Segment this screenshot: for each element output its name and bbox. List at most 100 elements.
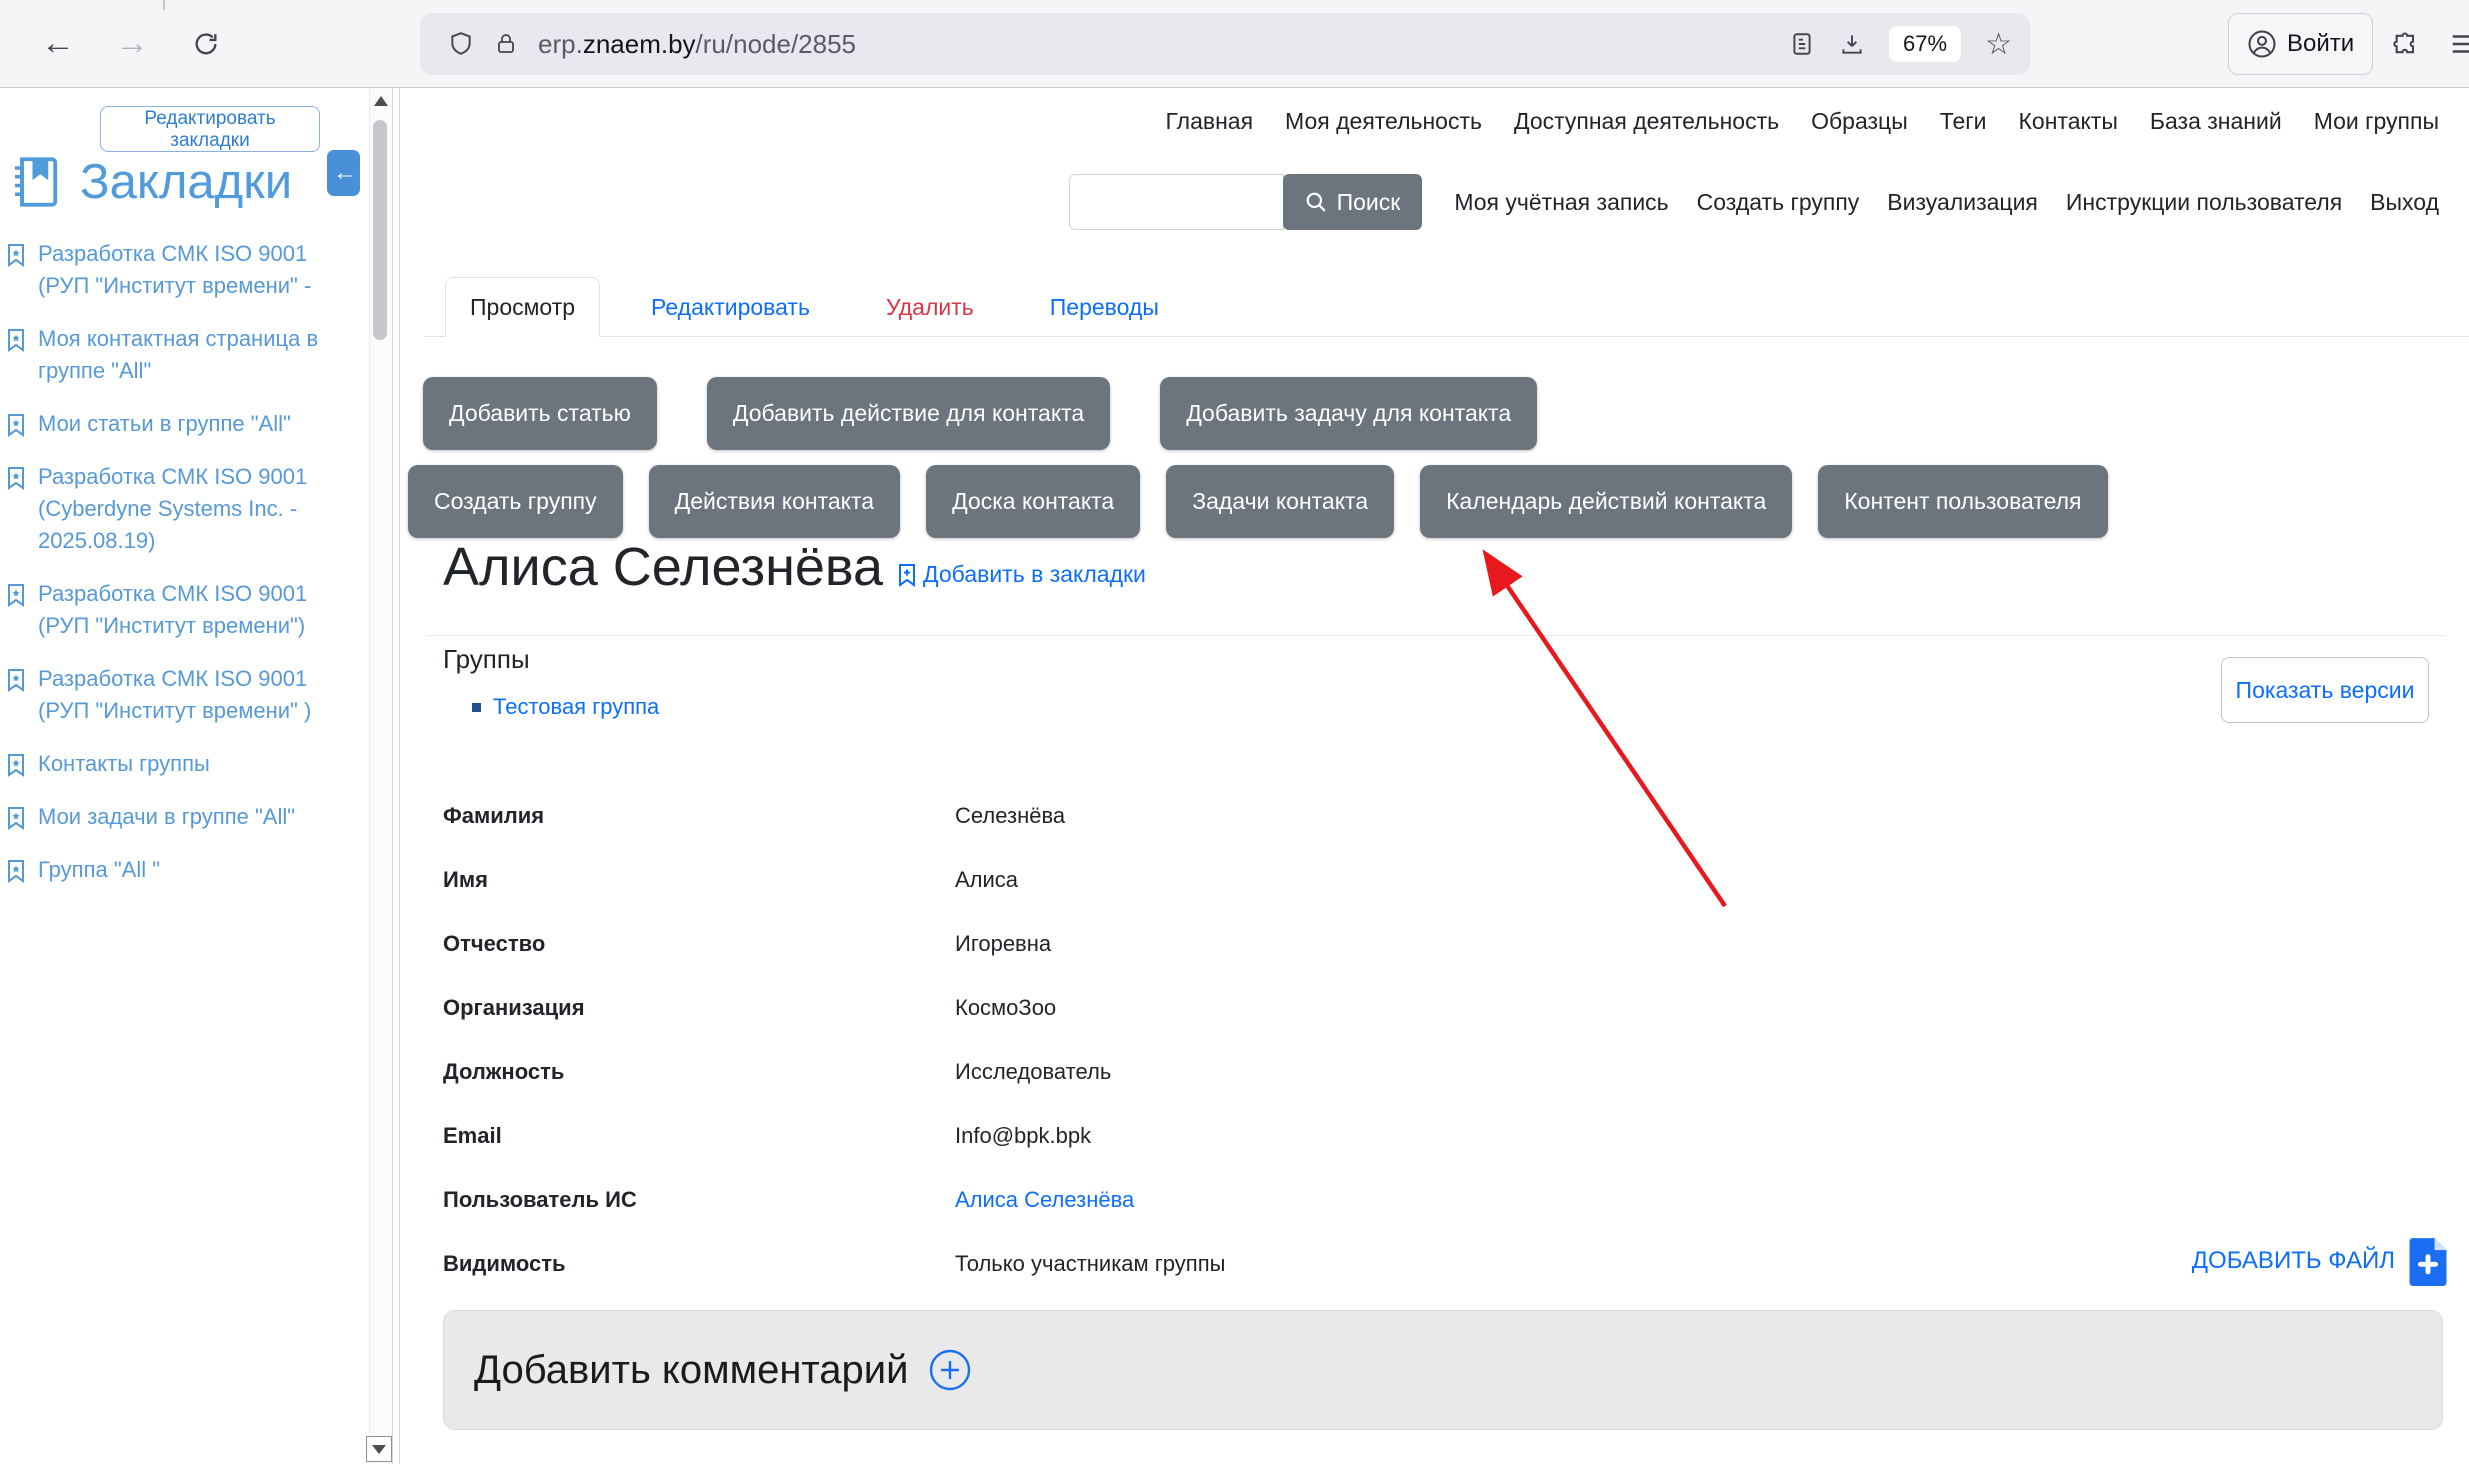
action-button[interactable]: Действия контакта bbox=[649, 465, 900, 538]
nav-item[interactable]: Теги bbox=[1940, 108, 1987, 135]
bookmark-label: Мои статьи в группе "All" bbox=[38, 408, 291, 440]
collapse-sidebar-button[interactable]: ← bbox=[327, 150, 360, 196]
bookmark-link[interactable]: Разработка СМК ISO 9001 (РУП "Институт в… bbox=[6, 578, 338, 642]
search-input[interactable] bbox=[1069, 174, 1284, 230]
field-value: Info@bpk.bpk bbox=[955, 1123, 1091, 1149]
bookmark-link[interactable]: Моя контактная страница в группе "All" bbox=[6, 323, 338, 387]
bookmark-link[interactable]: Контакты группы bbox=[6, 748, 338, 780]
nav-item[interactable]: Доступная деятельность bbox=[1514, 108, 1779, 135]
user-nav: Моя учётная запись Создать группу Визуал… bbox=[1454, 189, 2439, 216]
lock-icon[interactable] bbox=[494, 32, 518, 56]
scroll-down-button[interactable] bbox=[366, 1436, 392, 1462]
bookmark-link[interactable]: Мои задачи в группе "All" bbox=[6, 801, 338, 833]
bookmark-label: Разработка СМК ISO 9001 (Cyberdyne Syste… bbox=[38, 461, 338, 557]
bookmark-star-icon[interactable]: ☆ bbox=[1985, 27, 2012, 62]
field-row: Пользователь ИС Алиса Селезнёва bbox=[443, 1168, 2043, 1232]
field-value: Исследователь bbox=[955, 1059, 1111, 1085]
main-content: Главная Моя деятельность Доступная деяте… bbox=[400, 88, 2469, 1464]
action-buttons-row1: Добавить статью Добавить действие для кон… bbox=[423, 377, 1537, 450]
bookmark-star-ribbon-icon bbox=[6, 323, 28, 387]
nav-item[interactable]: Создать группу bbox=[1697, 189, 1860, 216]
group-link[interactable]: Тестовая группа bbox=[493, 694, 659, 720]
nav-item[interactable]: Контакты bbox=[2019, 108, 2118, 135]
field-label: Пользователь ИС bbox=[443, 1187, 955, 1213]
nav-item[interactable]: Инструкции пользователя bbox=[2066, 189, 2342, 216]
reload-button[interactable] bbox=[178, 0, 234, 87]
edit-bookmarks-button[interactable]: Редактировать закладки bbox=[100, 106, 320, 152]
tab[interactable]: Переводы bbox=[1025, 277, 1184, 337]
bookmark-star-ribbon-icon bbox=[6, 408, 28, 440]
bookmark-plus-icon bbox=[897, 563, 917, 587]
field-row: Должность Исследователь bbox=[443, 1040, 2043, 1104]
field-value: Алиса bbox=[955, 867, 1018, 893]
action-button[interactable]: Задачи контакта bbox=[1166, 465, 1394, 538]
nav-item[interactable]: Мои группы bbox=[2314, 108, 2439, 135]
zoom-level-badge[interactable]: 67% bbox=[1889, 26, 1961, 62]
action-button[interactable]: Добавить действие для контакта bbox=[707, 377, 1110, 450]
field-label: Фамилия bbox=[443, 803, 955, 829]
nav-item[interactable]: Образцы bbox=[1811, 108, 1908, 135]
add-file-link[interactable]: ДОБАВИТЬ ФАЙЛ bbox=[2192, 1236, 2451, 1286]
field-value: Селезнёва bbox=[955, 803, 1065, 829]
bookmarks-book-icon bbox=[8, 154, 64, 210]
field-label: Отчество bbox=[443, 931, 955, 957]
field-row: Видимость Только участникам группы bbox=[443, 1232, 2043, 1296]
bookmark-link[interactable]: Группа "All " bbox=[6, 854, 338, 886]
bookmark-label: Разработка СМК ISO 9001 (РУП "Институт в… bbox=[38, 578, 338, 642]
bookmark-label: Разработка СМК ISO 9001 (РУП "Институт в… bbox=[38, 238, 338, 302]
menu-icon[interactable] bbox=[2436, 0, 2469, 87]
add-comment-bar[interactable]: Добавить комментарий bbox=[443, 1310, 2443, 1430]
field-row: Организация КосмоЗоо bbox=[443, 976, 2043, 1040]
account-icon bbox=[2247, 29, 2277, 59]
field-value[interactable]: Алиса Селезнёва bbox=[955, 1187, 1134, 1213]
show-versions-button[interactable]: Показать версии bbox=[2221, 657, 2429, 723]
page-title: Алиса Селезнёва bbox=[443, 536, 883, 598]
bookmark-link[interactable]: Разработка СМК ISO 9001 (Cyberdyne Syste… bbox=[6, 461, 338, 557]
action-button[interactable]: Доска контакта bbox=[926, 465, 1140, 538]
action-button[interactable]: Добавить статью bbox=[423, 377, 657, 450]
bookmark-label: Моя контактная страница в группе "All" bbox=[38, 323, 338, 387]
tab[interactable]: Удалить bbox=[861, 277, 999, 337]
contact-fields: Фамилия Селезнёва Имя Алиса Отчество Иго… bbox=[443, 784, 2043, 1296]
add-to-bookmarks-link[interactable]: Добавить в закладки bbox=[897, 561, 1146, 588]
field-label: Должность bbox=[443, 1059, 955, 1085]
add-comment-label: Добавить комментарий bbox=[474, 1348, 908, 1393]
tab[interactable]: Редактировать bbox=[626, 277, 835, 337]
nav-item[interactable]: Главная bbox=[1166, 108, 1254, 135]
nav-item[interactable]: Моя деятельность bbox=[1285, 108, 1482, 135]
scroll-up-arrow-icon[interactable] bbox=[374, 96, 388, 106]
login-label: Войти bbox=[2287, 30, 2354, 58]
reload-icon bbox=[192, 30, 220, 58]
bookmark-link[interactable]: Мои статьи в группе "All" bbox=[6, 408, 338, 440]
bookmark-star-ribbon-icon bbox=[6, 801, 28, 833]
nav-item[interactable]: Визуализация bbox=[1887, 189, 2038, 216]
bookmark-label: Разработка СМК ISO 9001 (РУП "Институт в… bbox=[38, 663, 338, 727]
forward-button[interactable]: → bbox=[104, 0, 160, 87]
action-button[interactable]: Календарь действий контакта bbox=[1420, 465, 1792, 538]
url-bar[interactable]: erp.znaem.by/ru/node/2855 67% ☆ bbox=[420, 13, 2030, 75]
shield-icon[interactable] bbox=[448, 31, 474, 57]
download-icon[interactable] bbox=[1839, 31, 1865, 57]
action-button[interactable]: Добавить задачу для контакта bbox=[1160, 377, 1537, 450]
browser-toolbar: ← → erp.znaem.by/ru/node/2855 67% ☆ Войт… bbox=[0, 0, 2469, 88]
search-button[interactable]: Поиск bbox=[1283, 174, 1423, 230]
bookmark-label: Мои задачи в группе "All" bbox=[38, 801, 295, 833]
bookmark-link[interactable]: Разработка СМК ISO 9001 (РУП "Институт в… bbox=[6, 238, 338, 302]
nav-item[interactable]: Выход bbox=[2370, 189, 2439, 216]
sidebar-title: Закладки bbox=[80, 154, 292, 210]
nav-item[interactable]: Моя учётная запись bbox=[1454, 189, 1668, 216]
group-list-item[interactable]: Тестовая группа bbox=[472, 694, 659, 720]
nav-item[interactable]: База знаний bbox=[2150, 108, 2282, 135]
scrollbar-thumb[interactable] bbox=[373, 120, 387, 340]
extensions-icon[interactable] bbox=[2378, 0, 2434, 87]
action-button[interactable]: Создать группу bbox=[408, 465, 623, 538]
field-value: КосмоЗоо bbox=[955, 995, 1056, 1021]
tab[interactable]: Просмотр bbox=[445, 277, 600, 337]
browser-login-button[interactable]: Войти bbox=[2228, 13, 2373, 75]
action-button[interactable]: Контент пользователя bbox=[1818, 465, 2107, 538]
bookmark-link[interactable]: Разработка СМК ISO 9001 (РУП "Институт в… bbox=[6, 663, 338, 727]
back-button[interactable]: ← bbox=[30, 0, 86, 87]
bookmark-label: Контакты группы bbox=[38, 748, 210, 780]
reader-view-icon[interactable] bbox=[1789, 31, 1815, 57]
bookmark-star-ribbon-icon bbox=[6, 578, 28, 642]
